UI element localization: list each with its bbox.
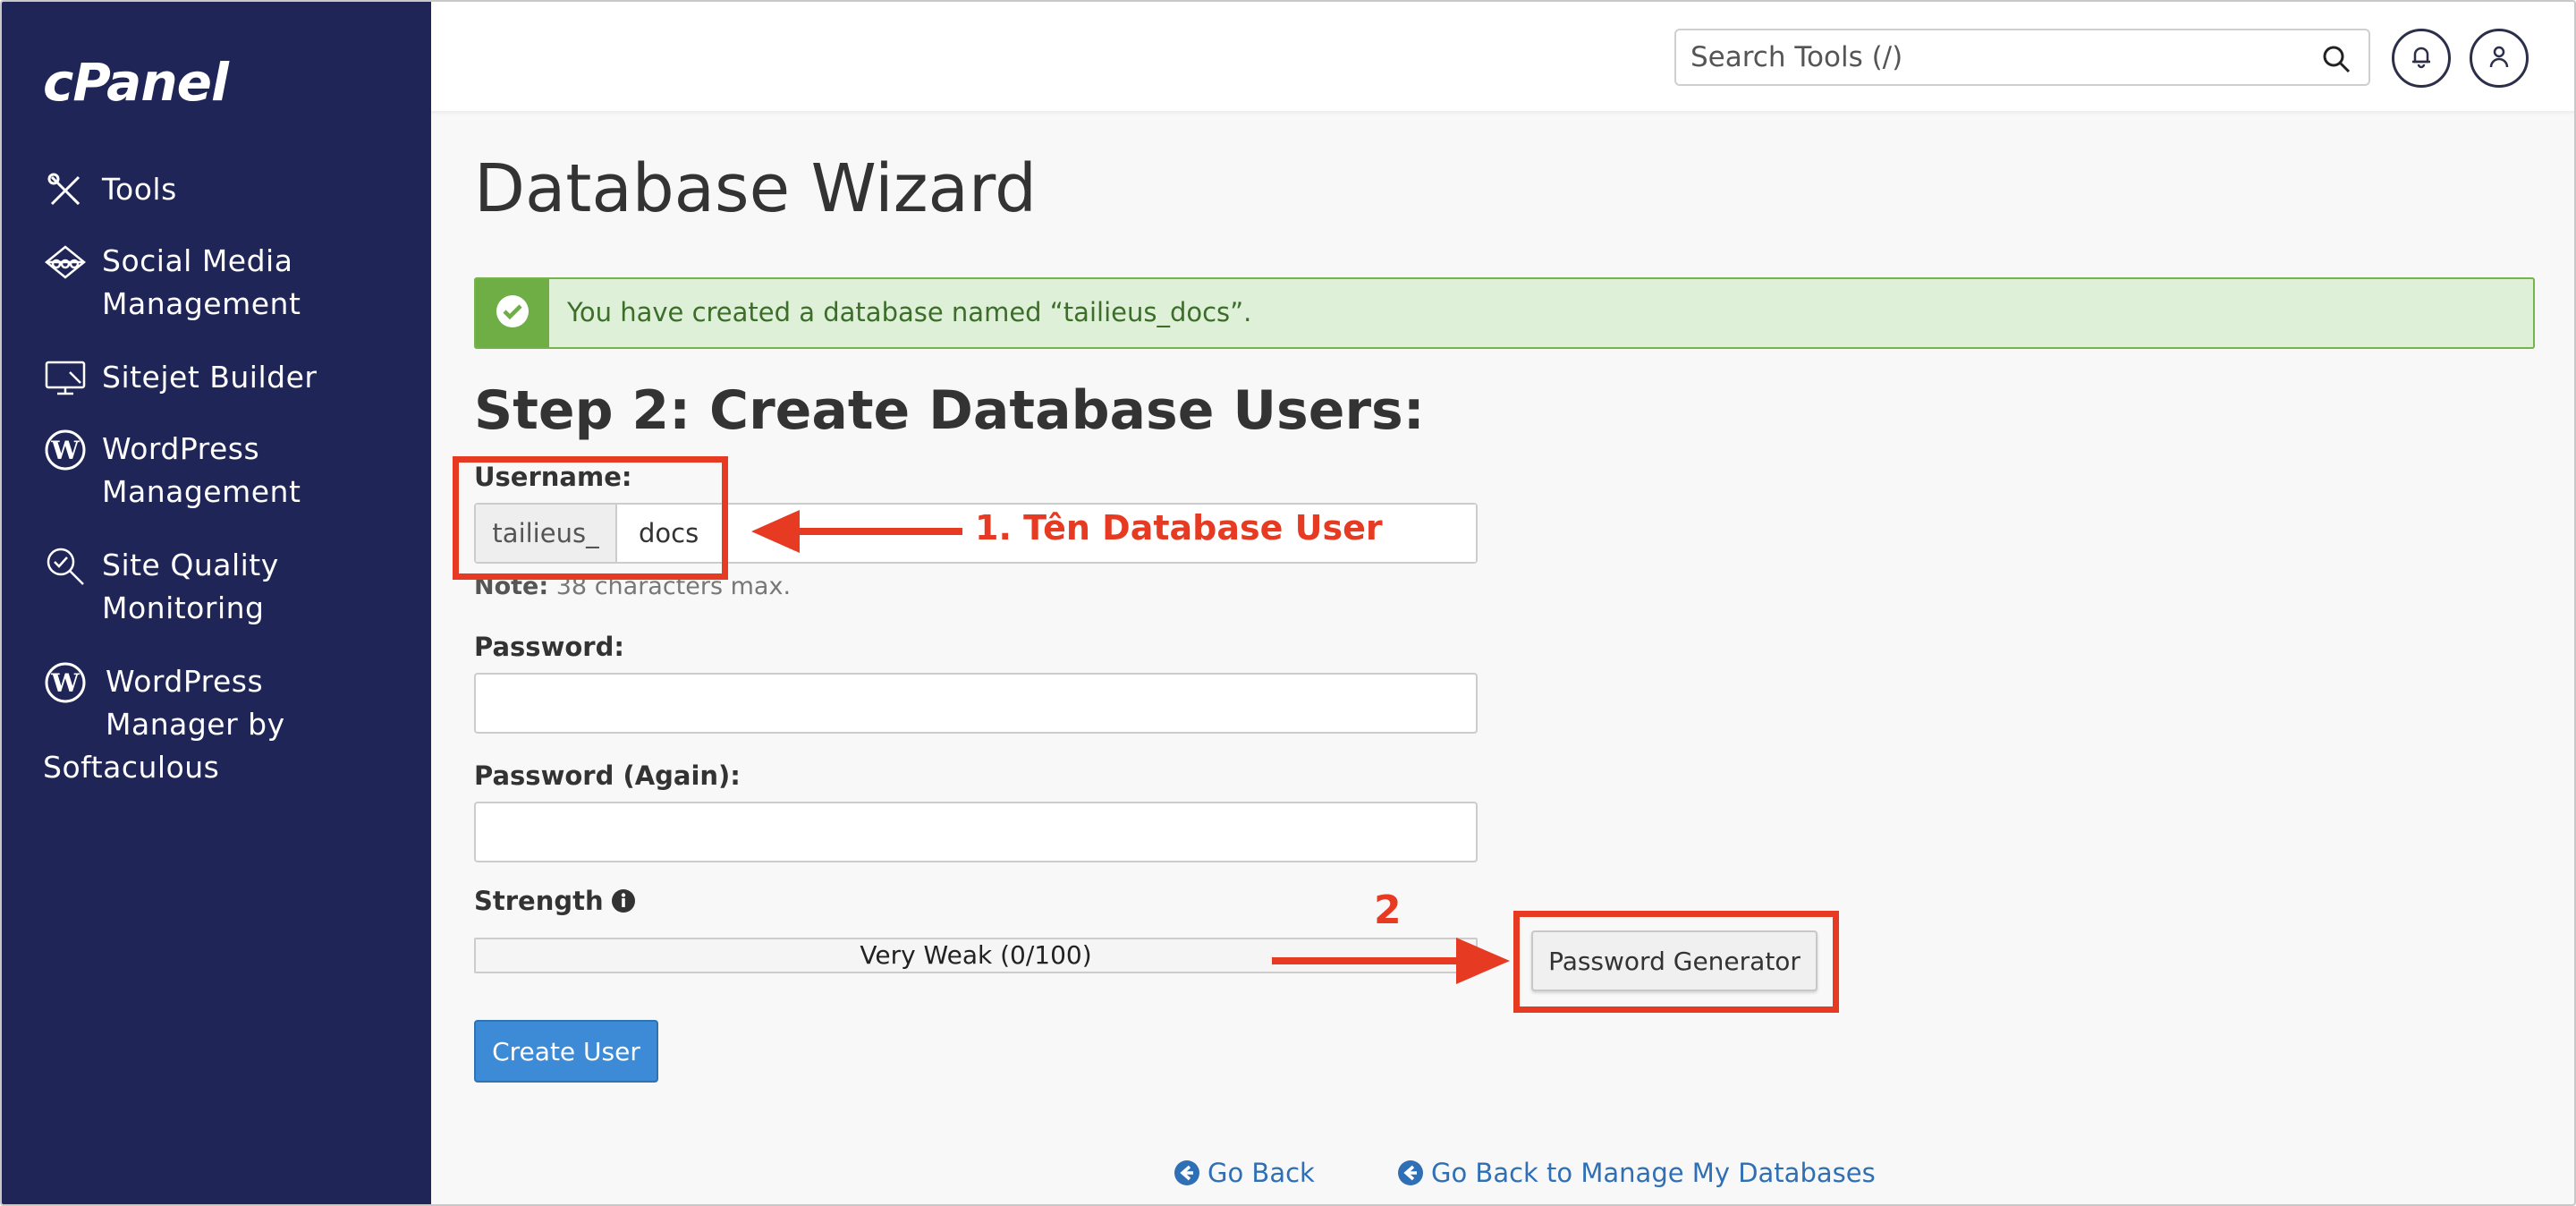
strength-label-group: Strength <box>474 886 636 916</box>
success-alert: You have created a database named “taili… <box>474 277 2535 349</box>
check-circle-icon <box>495 293 530 333</box>
tools-icon <box>43 168 88 213</box>
annotation-box-password-generator <box>1513 911 1839 1013</box>
sidebar-item-label-line2: Manager by <box>106 707 285 742</box>
arrow-circle-left-icon <box>1174 1159 1200 1186</box>
go-back-label: Go Back <box>1208 1158 1315 1188</box>
user-icon <box>2486 43 2512 73</box>
sitejet-icon <box>43 356 88 401</box>
sidebar-item-wordpress-manager-softaculous[interactable]: W WordPress Manager by Softaculous <box>43 660 419 789</box>
sidebar-item-label: Tools <box>102 172 177 207</box>
password-again-label: Password (Again): <box>474 760 741 791</box>
sidebar-item-label-line1: WordPress <box>106 664 264 699</box>
social-media-icon <box>43 240 88 285</box>
user-menu-button[interactable] <box>2470 29 2529 88</box>
sidebar: cPanel Tools Social Media Management Sit… <box>2 2 431 1204</box>
password-again-input[interactable] <box>474 802 1478 862</box>
sidebar-item-label-line3: Softaculous <box>43 750 220 785</box>
sidebar-item-label-line1: Site Quality <box>102 548 279 582</box>
annotation-box-username <box>453 456 728 580</box>
wordpress-icon: W <box>43 428 88 472</box>
search-box <box>1674 29 2370 86</box>
cpanel-logo[interactable]: cPanel <box>43 52 229 113</box>
sidebar-item-label-line2: Monitoring <box>102 590 265 625</box>
go-back-link[interactable]: Go Back <box>1174 1158 1315 1188</box>
annotation-arrow-2 <box>1272 938 1510 984</box>
sidebar-item-site-quality-monitoring[interactable]: Site Quality Monitoring <box>43 544 419 630</box>
go-back-manage-label: Go Back to Manage My Databases <box>1431 1158 1876 1188</box>
sidebar-item-label-line2: Management <box>102 286 301 321</box>
annotation-label-1: 1. Tên Database User <box>975 508 1383 548</box>
password-label: Password: <box>474 632 624 662</box>
sidebar-item-wordpress-management[interactable]: W WordPress Management <box>43 428 419 514</box>
sidebar-item-label: Sitejet Builder <box>102 360 318 395</box>
site-quality-icon <box>43 544 88 589</box>
wordpress-icon: W <box>43 660 88 705</box>
create-user-button[interactable]: Create User <box>474 1020 658 1083</box>
search-icon[interactable] <box>2320 43 2352 75</box>
bell-icon <box>2408 43 2435 73</box>
sidebar-item-label-line2: Management <box>102 474 301 509</box>
info-icon[interactable] <box>611 888 636 913</box>
top-header <box>431 2 2574 111</box>
alert-message: You have created a database named “taili… <box>567 297 1252 327</box>
search-input[interactable] <box>1690 38 2299 77</box>
password-input[interactable] <box>474 673 1478 734</box>
step-title: Step 2: Create Database Users: <box>474 379 1425 442</box>
annotation-label-2: 2 <box>1374 888 1402 933</box>
sidebar-item-sitejet-builder[interactable]: Sitejet Builder <box>43 356 419 401</box>
sidebar-item-label-line1: WordPress <box>102 431 260 466</box>
alert-icon-box <box>476 279 549 347</box>
sidebar-item-label-line1: Social Media <box>102 243 293 278</box>
annotation-arrow-1 <box>751 510 962 553</box>
page-title: Database Wizard <box>474 150 1037 227</box>
svg-text:W: W <box>50 436 80 465</box>
sidebar-nav: Tools Social Media Management Sitejet Bu… <box>43 168 419 814</box>
notifications-button[interactable] <box>2392 29 2451 88</box>
go-back-manage-link[interactable]: Go Back to Manage My Databases <box>1397 1158 1876 1188</box>
arrow-circle-left-icon <box>1397 1159 1424 1186</box>
sidebar-item-tools[interactable]: Tools <box>43 168 419 213</box>
window: cPanel Tools Social Media Management Sit… <box>0 0 2576 1206</box>
svg-text:W: W <box>50 668 80 698</box>
sidebar-item-social-media-management[interactable]: Social Media Management <box>43 240 419 326</box>
strength-label: Strength <box>474 886 604 916</box>
